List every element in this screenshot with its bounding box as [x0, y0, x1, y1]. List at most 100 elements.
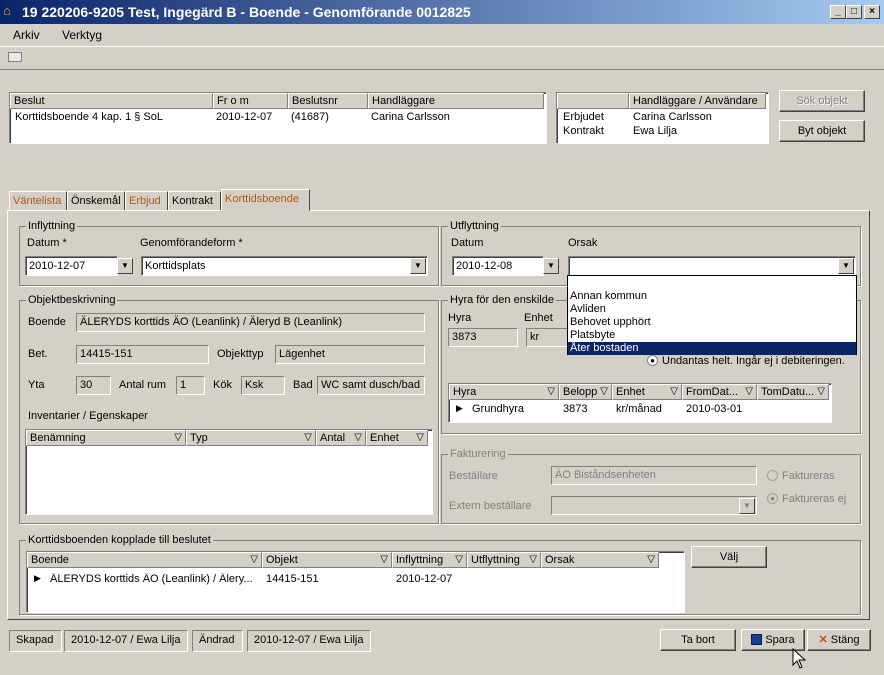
filter-icon[interactable]: ▽	[647, 554, 655, 565]
cell-name: Ewa Lilja	[633, 125, 678, 137]
list-item[interactable]: Avliden	[568, 303, 856, 316]
filter-icon[interactable]: ▽	[547, 386, 555, 397]
column-header-belopp[interactable]: Belopp ▽	[559, 384, 612, 400]
column-header-tomdatum[interactable]: TomDatu... ▽	[757, 384, 829, 400]
filter-icon[interactable]: ▽	[745, 386, 753, 397]
column-header-inflyttning[interactable]: Inflyttning ▽	[392, 552, 467, 568]
objektbeskrivning-group: Objektbeskrivning Boende ÄLERYDS korttid…	[19, 294, 439, 524]
bad-field: WC samt dusch/bad	[317, 376, 425, 395]
list-item[interactable]: Platsbyte	[568, 329, 856, 342]
filter-icon[interactable]: ▽	[529, 554, 537, 565]
filter-icon[interactable]: ▽	[380, 554, 388, 565]
menu-verktyg[interactable]: Verktyg	[62, 28, 102, 42]
tab-korttidsboende[interactable]: Korttidsboende	[221, 189, 310, 211]
bestallare-field: ÄO Biståndsenheten	[551, 466, 757, 485]
undantas-radio[interactable]: ●	[647, 355, 658, 366]
column-header-from[interactable]: Fr o m	[213, 93, 288, 109]
filter-icon[interactable]: ▽	[670, 386, 678, 397]
column-header-handlaggare[interactable]: Handläggare	[368, 93, 544, 109]
orsak-dropdown-list[interactable]: Annan kommun Avliden Behovet upphört Pla…	[567, 275, 857, 355]
list-item[interactable]: Behovet upphört	[568, 316, 856, 329]
hyra-table: Hyra ▽ Belopp ▽ Enhet ▽ FromDat... ▽ TomDatu…	[448, 383, 832, 423]
stang-button[interactable]: ✕ Stäng	[807, 629, 871, 651]
mouse-cursor-icon	[792, 648, 807, 669]
column-header-objekt[interactable]: Objekt ▽	[262, 552, 392, 568]
sok-objekt-button[interactable]: Sök objekt	[779, 90, 865, 112]
valj-button[interactable]: Välj	[691, 546, 767, 568]
filter-icon[interactable]: ▽	[250, 554, 258, 565]
bet-field: 14415-151	[76, 345, 209, 364]
genomforandeform-select[interactable]: Korttidsplats	[141, 256, 428, 276]
menu-arkiv[interactable]: Arkiv	[13, 28, 40, 42]
orsak-select[interactable]	[568, 256, 856, 276]
tab-vantelista[interactable]: Väntelista	[9, 191, 67, 211]
filter-icon[interactable]: ▽	[354, 432, 362, 443]
fakturering-title: Fakturering	[448, 448, 508, 460]
utflyttning-title: Utflyttning	[448, 220, 501, 232]
column-header-beslut[interactable]: Beslut	[10, 93, 213, 109]
close-button[interactable]: ×	[864, 5, 880, 19]
utflyttning-datum-dropdown-icon[interactable]: ▼	[543, 258, 559, 274]
list-item-selected[interactable]: Åter bostaden	[568, 342, 856, 355]
orsak-dropdown-icon[interactable]: ▼	[838, 258, 854, 274]
tab-erbjud[interactable]: Erbjud	[125, 191, 168, 211]
inflyttning-group: Inflyttning Datum * Genomförandeform * 2…	[19, 220, 439, 286]
extern-bestallare-dropdown-icon[interactable]: ▼	[739, 498, 755, 514]
filter-icon[interactable]: ▽	[455, 554, 463, 565]
table-row[interactable]: ▶ ÄLERYDS korttids ÄO (Leanlink) / Älery…	[27, 572, 659, 588]
inflyttning-datum-field[interactable]: 2010-12-07	[25, 256, 118, 276]
column-header-benamning[interactable]: Benämning ▽	[26, 430, 186, 446]
column-header-roll	[557, 93, 629, 109]
table-row[interactable]: ▶ Grundhyra 3873 kr/månad 2010-03-01	[449, 402, 829, 418]
filter-icon[interactable]: ▽	[174, 432, 182, 443]
cell-roll: Kontrakt	[563, 125, 604, 137]
column-header-antal[interactable]: Antal ▽	[316, 430, 366, 446]
hyra-label: Hyra	[448, 312, 472, 324]
filter-icon[interactable]: ▽	[600, 386, 608, 397]
handlaggare-table: Handläggare / Användare Erbjudet Carina …	[556, 92, 769, 144]
column-header-utflyttning[interactable]: Utflyttning ▽	[467, 552, 541, 568]
filter-icon[interactable]: ▽	[416, 432, 424, 443]
mail-icon[interactable]	[8, 52, 22, 62]
byt-objekt-button[interactable]: Byt objekt	[779, 120, 865, 142]
yta-field: 30	[76, 376, 111, 395]
undantas-label: Undantas helt. Ingår ej i debiteringen.	[662, 355, 845, 367]
filter-icon[interactable]: ▽	[817, 386, 825, 397]
column-header-orsak[interactable]: Orsak ▽	[541, 552, 659, 568]
list-item[interactable]: Annan kommun	[568, 290, 856, 303]
utflyttning-datum-field[interactable]: 2010-12-08	[452, 256, 544, 276]
window-title: 19 220206-9205 Test, Ingegärd B - Boende…	[22, 4, 471, 20]
column-header-typ[interactable]: Typ ▽	[186, 430, 316, 446]
close-x-icon: ✕	[818, 634, 828, 646]
tab-onskemal[interactable]: Önskemål	[67, 191, 125, 211]
column-header-fromdatum[interactable]: FromDat... ▽	[682, 384, 757, 400]
faktureras-label: Faktureras	[782, 470, 835, 482]
column-header-handlaggare-anvandare[interactable]: Handläggare / Användare	[629, 93, 766, 109]
faktureras-radio[interactable]	[767, 470, 778, 481]
row-selector-icon: ▶	[34, 573, 41, 583]
column-header-hyra[interactable]: Hyra ▽	[449, 384, 559, 400]
objektbeskrivning-title: Objektbeskrivning	[26, 294, 118, 306]
title-bar: ⌂ 19 220206-9205 Test, Ingegärd B - Boen…	[0, 0, 884, 24]
filter-icon[interactable]: ▽	[304, 432, 312, 443]
extern-bestallare-select[interactable]	[551, 496, 757, 515]
tab-kontrakt[interactable]: Kontrakt	[168, 191, 221, 211]
maximize-button[interactable]: □	[846, 5, 862, 19]
faktureras-ej-radio[interactable]: ●	[767, 493, 778, 504]
andrad-label: Ändrad	[192, 630, 243, 652]
objekttyp-field: Lägenhet	[275, 345, 425, 364]
inflyttning-datum-dropdown-icon[interactable]: ▼	[117, 258, 133, 274]
kok-label: Kök	[213, 379, 232, 391]
minimize-button[interactable]: _	[830, 5, 846, 19]
cell-handlaggare: Carina Carlsson	[371, 111, 450, 123]
column-header-enhet[interactable]: Enhet ▽	[612, 384, 682, 400]
bad-label: Bad	[293, 379, 313, 391]
column-header-beslutsnr[interactable]: Beslutsnr	[288, 93, 368, 109]
column-header-enhet[interactable]: Enhet ▽	[366, 430, 428, 446]
ta-bort-button[interactable]: Ta bort	[660, 629, 736, 651]
column-header-boende[interactable]: Boende ▽	[27, 552, 262, 568]
genomforandeform-dropdown-icon[interactable]: ▼	[410, 258, 426, 274]
antal-rum-field: 1	[176, 376, 205, 395]
datum-label: Datum	[451, 237, 484, 249]
antal-rum-label: Antal rum	[119, 379, 167, 391]
